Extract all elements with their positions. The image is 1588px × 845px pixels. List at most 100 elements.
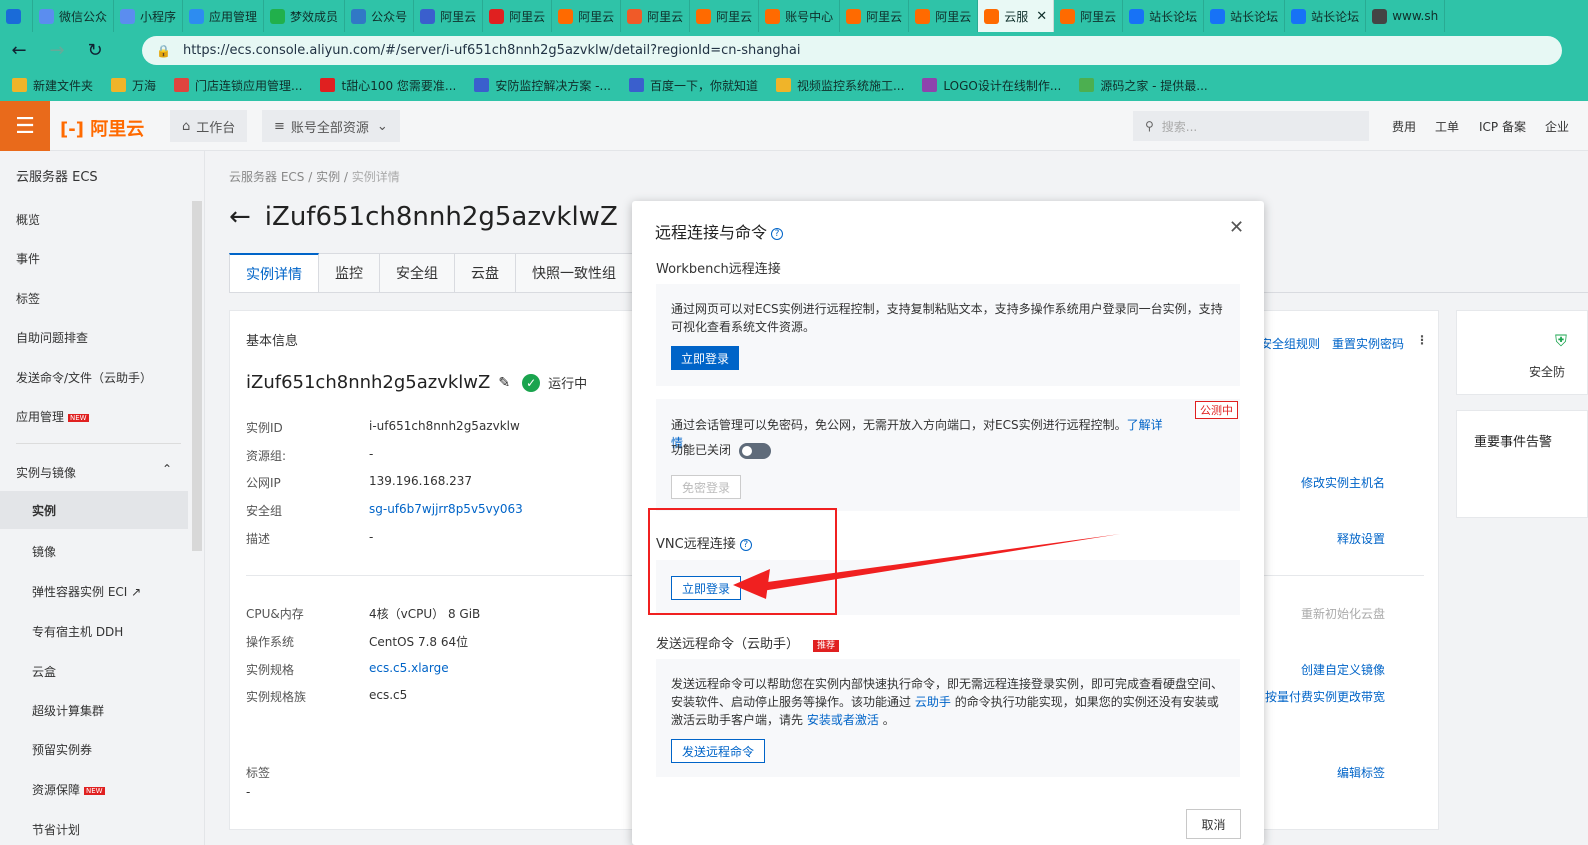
header-link-fees[interactable]: 费用: [1392, 118, 1416, 135]
link-modify-hostname[interactable]: 修改实例主机名: [1301, 474, 1385, 491]
tab-favicon-icon: [984, 8, 1000, 24]
close-tab-icon[interactable]: ✕: [1036, 9, 1047, 24]
browser-tab[interactable]: 阿里云: [909, 0, 979, 32]
cloud-assistant-header: 发送远程命令（云助手） 推荐: [656, 633, 840, 652]
browser-tab[interactable]: [0, 0, 33, 32]
sidebar: 云服务器 ECS 概览 事件 标签 自助问题排查 发送命令/文件（云助手） 应用…: [0, 151, 205, 845]
assurance-label: 资源保障: [32, 783, 81, 797]
browser-tab[interactable]: 云服 ✕: [978, 0, 1055, 32]
reload-icon[interactable]: ↻: [76, 40, 114, 61]
more-vertical-icon[interactable]: ⋮: [1416, 333, 1428, 347]
header-link-tickets[interactable]: 工单: [1435, 118, 1459, 135]
forward-arrow-icon[interactable]: →: [38, 40, 76, 61]
search-input[interactable]: ⚲ 搜索...: [1133, 111, 1369, 141]
workbench-login-button[interactable]: 立即登录: [671, 346, 740, 370]
link-security-group-rules[interactable]: 安全组规则: [1260, 335, 1320, 352]
close-icon[interactable]: ✕: [1229, 217, 1244, 238]
browser-tab[interactable]: 站长论坛: [1285, 0, 1367, 32]
browser-tab[interactable]: 微信公众: [33, 0, 115, 32]
security-group-link[interactable]: sg-uf6b7wjjrr8p5v5vy063: [369, 502, 523, 516]
sidebar-item-assurance[interactable]: 资源保障 NEW: [32, 781, 105, 798]
tab-instance-detail[interactable]: 实例详情: [229, 253, 319, 293]
bookmark-item[interactable]: 视频监控系统施工...: [775, 77, 904, 94]
cloud-assistant-link[interactable]: 云助手: [915, 695, 951, 709]
bookmark-item[interactable]: 万海: [111, 77, 156, 94]
browser-tab[interactable]: www.sh: [1366, 0, 1446, 32]
tab-snapshot[interactable]: 快照一致性组: [516, 253, 633, 293]
breadcrumb-instances[interactable]: 实例: [316, 170, 340, 184]
workbench-button[interactable]: ⌂ 工作台: [170, 110, 248, 142]
sidebar-item-eci[interactable]: 弹性容器实例 ECI ↗: [32, 583, 141, 600]
bookmark-item[interactable]: LOGO设计在线制作...: [922, 77, 1061, 94]
browser-tab[interactable]: 阿里云: [840, 0, 910, 32]
bookmark-favicon-icon: [474, 78, 490, 92]
sidebar-item-reserved[interactable]: 预留实例券: [32, 741, 92, 758]
bookmark-item[interactable]: 门店连锁应用管理...: [174, 77, 302, 94]
events-card-title: 重要事件告警: [1474, 435, 1553, 450]
instance-type-link[interactable]: ecs.c5.xlarge: [369, 661, 449, 675]
browser-tab[interactable]: 站长论坛: [1123, 0, 1205, 32]
browser-tab[interactable]: 阿里云: [483, 0, 553, 32]
link-release-settings[interactable]: 释放设置: [1337, 530, 1385, 547]
url-field[interactable]: 🔒 https://ecs.console.aliyun.com/#/serve…: [142, 36, 1562, 65]
sidebar-item-troubleshoot[interactable]: 自助问题排查: [16, 329, 88, 346]
back-icon[interactable]: ←: [229, 202, 251, 232]
sidebar-item-instances[interactable]: 实例: [0, 491, 188, 529]
tab-favicon-icon: [1372, 8, 1388, 24]
browser-tab[interactable]: 阿里云: [621, 0, 691, 32]
install-activate-link[interactable]: 安装或者激活: [807, 713, 879, 727]
browser-tab[interactable]: 小程序: [114, 0, 184, 32]
sidebar-item-tags[interactable]: 标签: [16, 290, 40, 307]
bookmark-item[interactable]: 安防监控解决方案 -...: [474, 77, 611, 94]
browser-tab[interactable]: 阿里云: [414, 0, 484, 32]
tab-security-group[interactable]: 安全组: [380, 253, 455, 293]
bookmark-item[interactable]: t甜心100 您需要准...: [320, 77, 456, 94]
browser-tab[interactable]: 阿里云: [1054, 0, 1124, 32]
resource-selector[interactable]: ≡ 账号全部资源 ⌄: [262, 110, 400, 142]
edit-icon[interactable]: ✎: [498, 375, 510, 391]
sidebar-item-events[interactable]: 事件: [16, 250, 40, 267]
browser-tab[interactable]: 公众号: [345, 0, 415, 32]
browser-tab[interactable]: 账号中心: [759, 0, 841, 32]
workbench-header: Workbench远程连接: [656, 262, 781, 277]
sidebar-item-ddh[interactable]: 专有宿主机 DDH: [32, 623, 123, 640]
tab-monitor[interactable]: 监控: [319, 253, 380, 293]
browser-tab[interactable]: 阿里云: [690, 0, 760, 32]
bookmark-item[interactable]: 新建文件夹: [12, 77, 93, 94]
browser-tab[interactable]: 应用管理: [183, 0, 265, 32]
link-reset-password[interactable]: 重置实例密码: [1332, 335, 1404, 352]
browser-tab[interactable]: 站长论坛: [1204, 0, 1286, 32]
sidebar-item-savings-plan[interactable]: 节省计划: [32, 821, 80, 838]
link-create-image[interactable]: 创建自定义镜像: [1301, 661, 1385, 678]
send-command-button[interactable]: 发送远程命令: [671, 739, 766, 763]
feature-toggle[interactable]: [739, 443, 771, 459]
menu-icon[interactable]: ☰: [0, 101, 50, 151]
arrow-head: [733, 569, 770, 599]
bookmark-item[interactable]: 百度一下，你就知道: [628, 77, 758, 94]
sidebar-item-cloudbox[interactable]: 云盒: [32, 663, 56, 680]
browser-tab[interactable]: 阿里云: [552, 0, 622, 32]
link-edit-tags[interactable]: 编辑标签: [1337, 764, 1385, 781]
sidebar-scrollbar[interactable]: [192, 201, 202, 551]
sidebar-item-overview[interactable]: 概览: [16, 211, 40, 228]
sidebar-item-app-management[interactable]: 应用管理 NEW: [16, 408, 89, 425]
help-icon[interactable]: ?: [771, 227, 784, 240]
sidebar-item-images[interactable]: 镜像: [32, 543, 56, 560]
bookmark-label: 百度一下，你就知道: [649, 78, 758, 93]
tab-disk[interactable]: 云盘: [455, 253, 516, 293]
tab-favicon-icon: [270, 8, 286, 24]
header-link-icp[interactable]: ICP 备案: [1479, 118, 1526, 135]
header-link-enterprise[interactable]: 企业: [1545, 118, 1569, 135]
sidebar-group-instances-images[interactable]: 实例与镜像 ⌃: [16, 462, 176, 481]
browser-tab[interactable]: 梦效成员: [264, 0, 346, 32]
link-change-bandwidth[interactable]: 按量付费实例更改带宽: [1265, 688, 1385, 705]
group-label: 实例与镜像: [16, 466, 77, 480]
sidebar-item-supercomputing[interactable]: 超级计算集群: [32, 702, 104, 719]
breadcrumb-ecs[interactable]: 云服务器 ECS: [229, 170, 304, 184]
aliyun-logo[interactable]: [-] 阿里云: [60, 115, 144, 141]
back-arrow-icon[interactable]: ←: [0, 40, 38, 61]
cancel-button[interactable]: 取消: [1186, 809, 1241, 839]
bookmark-item[interactable]: 源码之家 - 提供最...: [1079, 77, 1208, 94]
sidebar-item-send-command[interactable]: 发送命令/文件（云助手）: [16, 369, 152, 386]
field-label: 安全组: [246, 504, 283, 518]
